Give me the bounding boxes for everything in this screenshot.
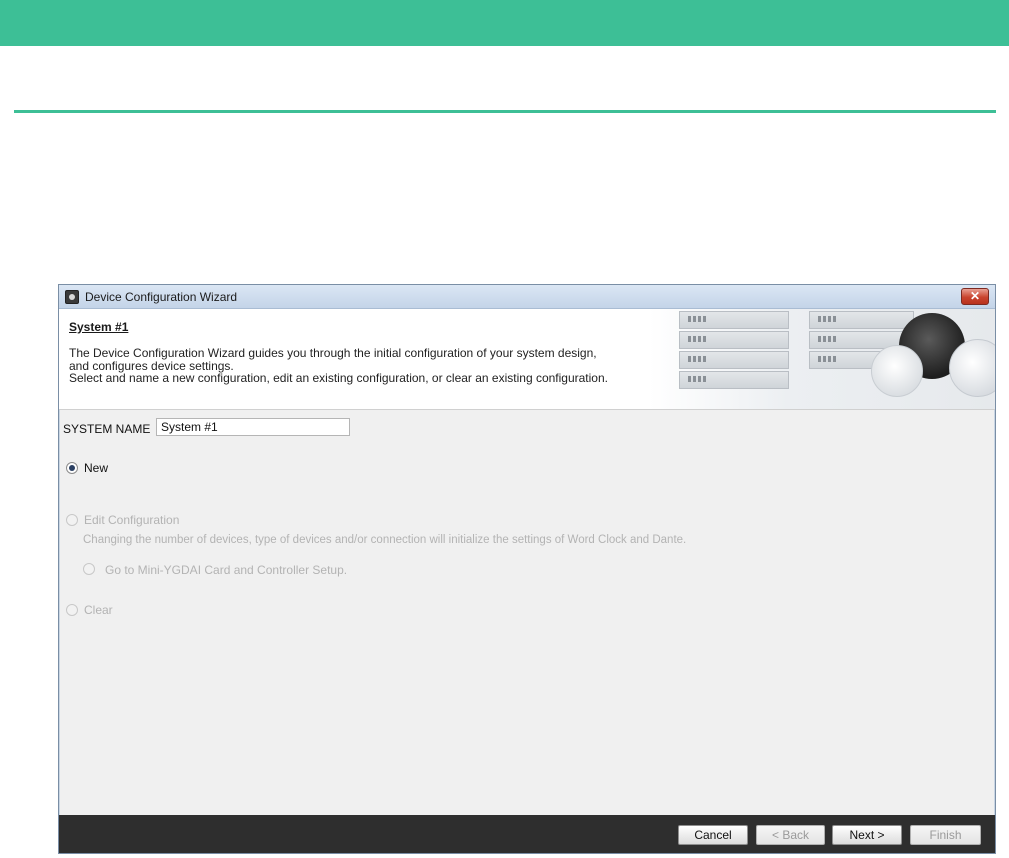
amplifier-rack-image [679, 331, 789, 349]
app-icon [65, 290, 79, 304]
speaker-image [871, 345, 923, 397]
cancel-button[interactable]: Cancel [678, 825, 748, 845]
clear-radio[interactable] [66, 604, 78, 616]
amplifier-rack-image [809, 311, 914, 329]
header-description: The Device Configuration Wizard guides y… [69, 347, 608, 385]
back-button[interactable]: < Back [756, 825, 825, 845]
header-title: System #1 [69, 320, 129, 334]
go-to-setup-radio[interactable] [83, 563, 95, 575]
next-button[interactable]: Next > [832, 825, 902, 845]
page: Device Configuration Wizard ✕ System #1 … [0, 0, 1009, 858]
amplifier-rack-image [679, 311, 789, 329]
new-option-label[interactable]: New [84, 461, 108, 475]
speaker-image [949, 339, 995, 397]
go-to-setup-label[interactable]: Go to Mini-YGDAI Card and Controller Set… [105, 563, 347, 577]
wizard-footer: Cancel < Back Next > Finish [59, 815, 995, 853]
finish-button[interactable]: Finish [910, 825, 981, 845]
description-line: The Device Configuration Wizard guides y… [69, 346, 597, 360]
edit-configuration-radio[interactable] [66, 514, 78, 526]
new-radio[interactable] [66, 462, 78, 474]
edit-configuration-label[interactable]: Edit Configuration [84, 513, 179, 527]
header-banner-image [649, 309, 995, 409]
window-title: Device Configuration Wizard [85, 290, 238, 304]
accent-divider [14, 110, 996, 113]
system-name-input[interactable] [156, 418, 350, 436]
title-bar[interactable]: Device Configuration Wizard ✕ [59, 285, 995, 309]
amplifier-rack-image [679, 371, 789, 389]
edit-configuration-note: Changing the number of devices, type of … [83, 534, 687, 546]
system-name-label: SYSTEM NAME [63, 422, 151, 436]
close-button[interactable]: ✕ [961, 288, 989, 305]
amplifier-rack-image [679, 351, 789, 369]
top-accent-band [0, 0, 1009, 46]
clear-label[interactable]: Clear [84, 603, 113, 617]
close-icon: ✕ [969, 289, 981, 303]
description-line: Select and name a new configuration, edi… [69, 371, 608, 385]
wizard-window: Device Configuration Wizard ✕ System #1 … [58, 284, 996, 854]
wizard-header: System #1 The Device Configuration Wizar… [59, 309, 995, 410]
